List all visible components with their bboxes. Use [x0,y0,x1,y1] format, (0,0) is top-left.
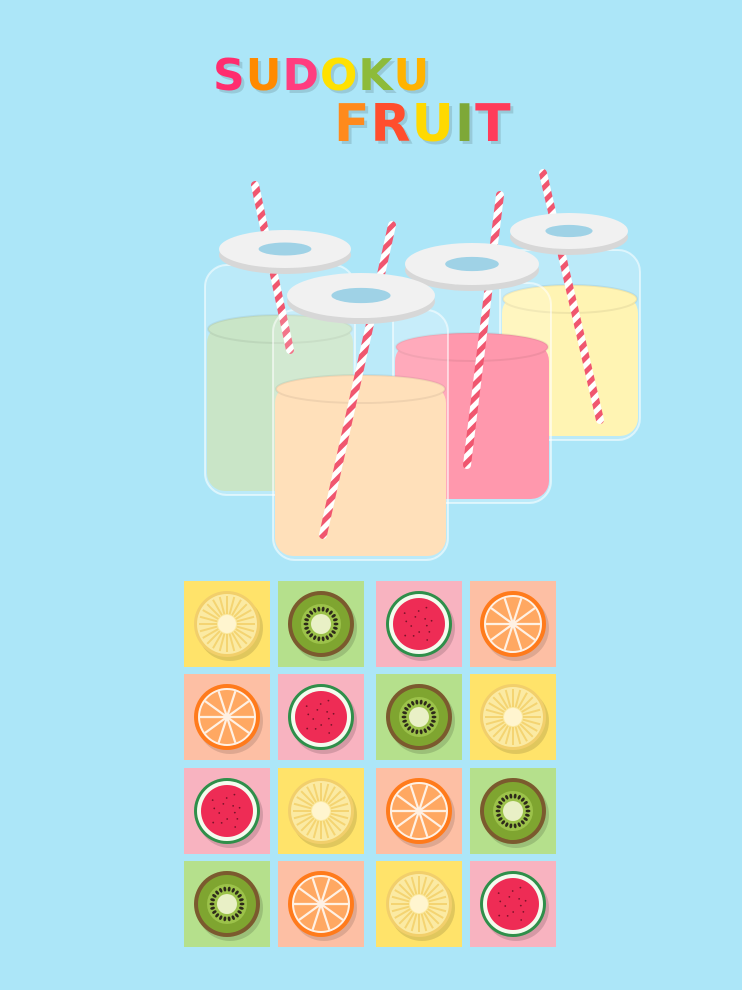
orange-slice-icon [386,778,455,848]
board-cell[interactable] [376,581,462,667]
sudoku-board [184,581,556,949]
kiwi-slice-icon [288,591,357,661]
kiwi-slice-icon [386,684,455,754]
board-cell[interactable] [278,674,364,760]
watermelon-slice-icon [480,871,549,941]
board-cell[interactable] [376,861,462,947]
board-cell[interactable] [376,674,462,760]
pineapple-slice-icon [386,871,455,941]
title-letter: U [245,50,283,101]
watermelon-slice-icon [386,591,455,661]
board-cell[interactable] [278,861,364,947]
watermelon-slice-icon [194,778,263,848]
title-letter: I [454,94,476,154]
title-fruit: FRUIT [334,94,512,154]
title-letter: D [282,50,320,101]
board-cell[interactable] [470,674,556,760]
board-cell[interactable] [278,581,364,667]
board-cell[interactable] [184,674,270,760]
board-cell[interactable] [278,768,364,854]
title-letter: F [334,94,371,154]
board-cell[interactable] [184,861,270,947]
title-letter: R [370,94,412,154]
title-letter: S [213,50,246,101]
board-cell[interactable] [470,581,556,667]
orange-slice-icon [194,684,263,754]
orange-slice-icon [480,591,549,661]
board-cell[interactable] [376,768,462,854]
watermelon-slice-icon [288,684,357,754]
board-cell[interactable] [184,768,270,854]
kiwi-slice-icon [194,871,263,941]
board-cell[interactable] [470,768,556,854]
pineapple-slice-icon [194,591,263,661]
kiwi-slice-icon [480,778,549,848]
smoothie-jars-illustration [204,169,641,561]
pineapple-slice-icon [288,778,357,848]
board-cell[interactable] [184,581,270,667]
pineapple-slice-icon [480,684,549,754]
orange-slice-icon [288,871,357,941]
board-cell[interactable] [470,861,556,947]
title-letter: U [411,94,455,154]
title-letter: T [475,94,512,154]
